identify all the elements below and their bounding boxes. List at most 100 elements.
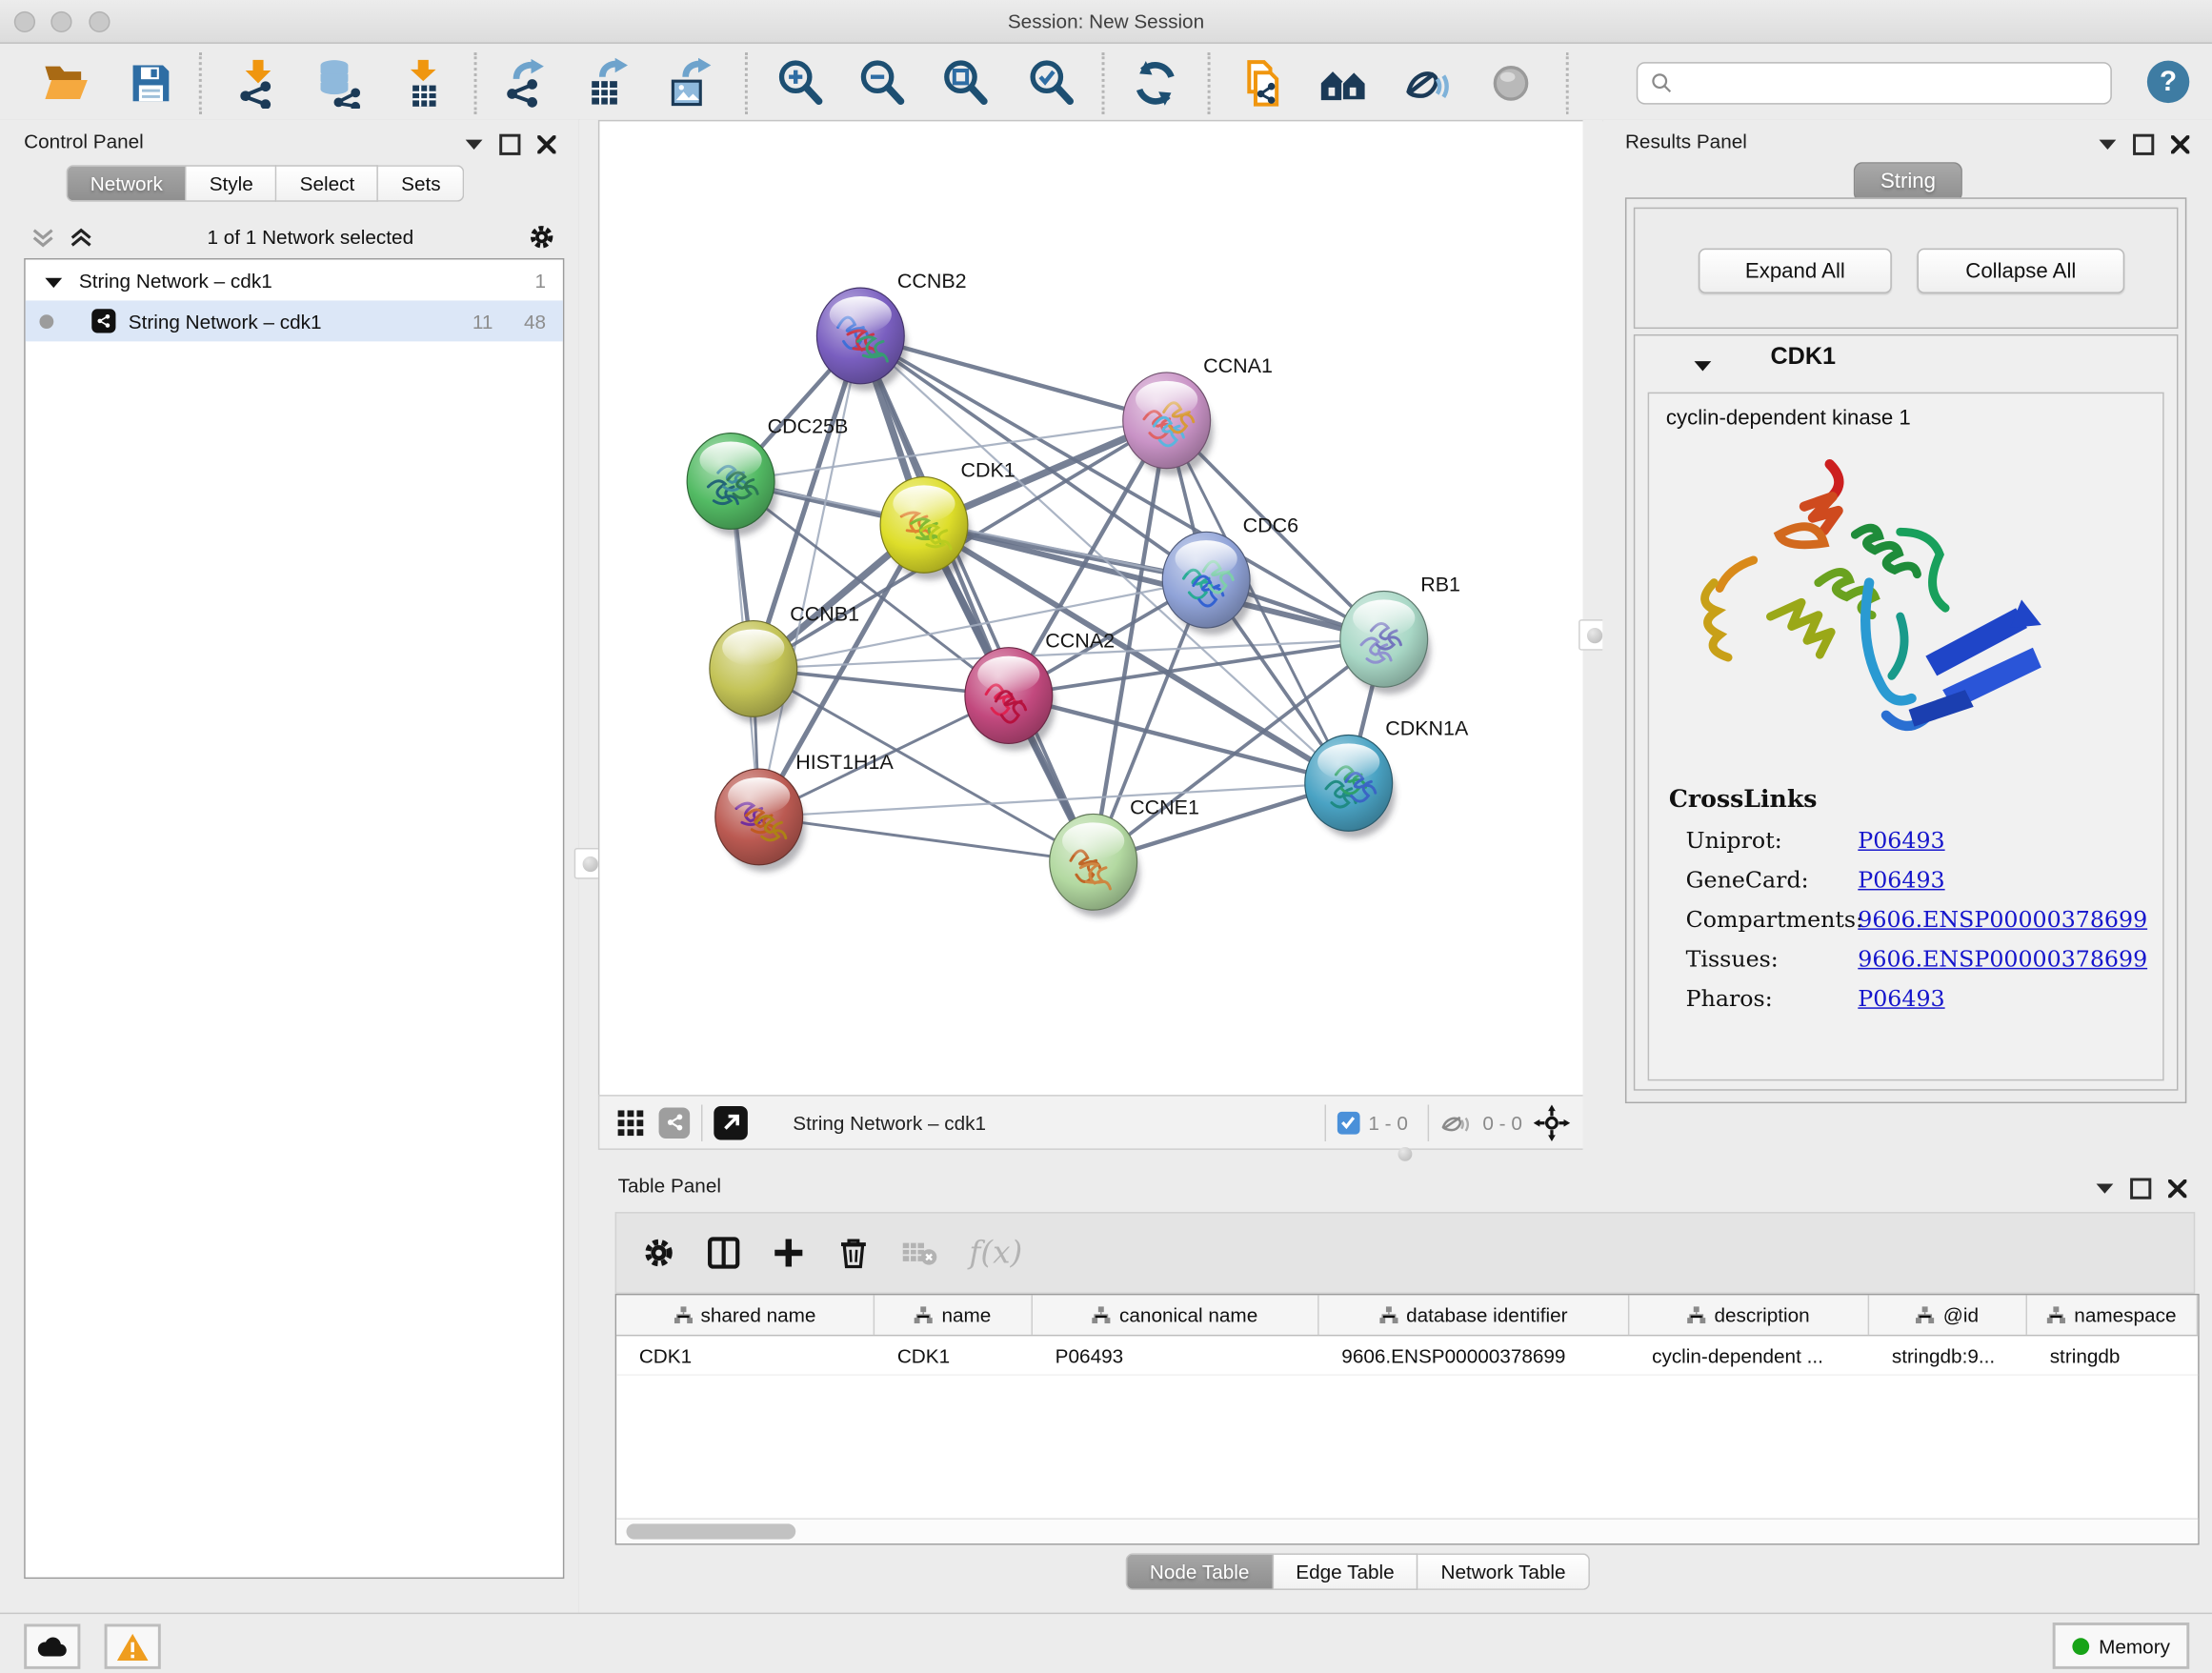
expand-all-tree-icon[interactable] <box>31 227 55 248</box>
zoom-fit-button[interactable] <box>938 56 992 110</box>
search-input[interactable] <box>1681 71 2110 95</box>
export-image-button[interactable] <box>663 56 716 110</box>
crosslink-label: Compartments: <box>1686 906 1859 933</box>
import-network-from-file-button[interactable] <box>231 56 285 110</box>
import-table-from-file-button[interactable] <box>396 56 450 110</box>
grid-view-icon[interactable] <box>616 1108 645 1137</box>
horizontal-scrollbar[interactable] <box>616 1518 2198 1543</box>
birdseye-icon[interactable] <box>1534 1104 1571 1141</box>
network-view-title: String Network – cdk1 <box>793 1111 986 1134</box>
refresh-view-button[interactable] <box>1129 56 1182 110</box>
collapse-caret-icon[interactable] <box>45 269 62 292</box>
delete-column-icon[interactable] <box>836 1236 871 1270</box>
column-header--id[interactable]: @id <box>1869 1295 2027 1334</box>
first-neighbors-button[interactable] <box>1317 56 1371 110</box>
zoom-in-button[interactable] <box>774 56 827 110</box>
table-cell[interactable]: CDK1 <box>875 1336 1033 1374</box>
memory-button[interactable]: Memory <box>2053 1623 2190 1669</box>
network-options-gear-icon[interactable] <box>528 223 556 252</box>
tab-select[interactable]: Select <box>277 165 379 202</box>
network-node-CCNB1[interactable]: CCNB1 <box>710 603 859 724</box>
table-cell[interactable]: P06493 <box>1033 1336 1319 1374</box>
warning-status-button[interactable] <box>105 1623 161 1668</box>
network-node-CDC25B[interactable]: CDC25B <box>687 415 848 536</box>
network-node-CDK1[interactable]: CDK1 <box>880 459 1016 580</box>
column-header-database-identifier[interactable]: database identifier <box>1319 1295 1630 1334</box>
column-header-shared-name[interactable]: shared name <box>616 1295 875 1334</box>
detach-view-icon[interactable] <box>714 1105 748 1139</box>
hide-selected-button[interactable] <box>1400 56 1454 110</box>
crosslink-link[interactable]: P06493 <box>1858 827 1944 854</box>
node-label: CDK1 <box>960 459 1015 482</box>
network-list-header: 1 of 1 Network selected <box>0 216 578 258</box>
search-field[interactable] <box>1637 62 2112 104</box>
crosslink-link[interactable]: 9606.ENSP00000378699 <box>1858 906 2147 933</box>
show-all-button[interactable] <box>1484 56 1538 110</box>
selected-checkbox-icon[interactable] <box>1337 1111 1360 1134</box>
tab-string[interactable]: String <box>1854 162 1962 201</box>
import-network-from-database-button[interactable] <box>312 56 365 110</box>
network-node-CCNA1[interactable]: CCNA1 <box>1123 354 1273 475</box>
panel-menu-icon[interactable] <box>466 140 483 150</box>
add-column-icon[interactable] <box>772 1236 806 1270</box>
table-cell[interactable]: stringdb <box>2027 1336 2198 1374</box>
float-panel-icon[interactable] <box>2130 1179 2151 1199</box>
column-header-description[interactable]: description <box>1629 1295 1869 1334</box>
float-panel-icon[interactable] <box>2133 134 2154 155</box>
help-button[interactable]: ? <box>2147 61 2189 103</box>
table-cell[interactable]: stringdb:9... <box>1869 1336 2027 1374</box>
tab-edge-table[interactable]: Edge Table <box>1274 1553 1418 1590</box>
cytoscape-window: Session: New Session <box>0 0 2212 1671</box>
table-cell[interactable]: CDK1 <box>616 1336 875 1374</box>
zoom-selected-button[interactable] <box>1024 56 1077 110</box>
left-splitter[interactable] <box>578 120 598 1613</box>
show-columns-icon[interactable] <box>707 1236 741 1270</box>
network-node-RB1[interactable]: RB1 <box>1340 573 1460 694</box>
network-canvas[interactable]: CCNB2CCNA1CDC25BCDK1CDC6RB1CCNB1CCNA2CDK… <box>598 120 1586 1097</box>
column-header-canonical-name[interactable]: canonical name <box>1033 1295 1319 1334</box>
table-row[interactable]: CDK1CDK1P064939606.ENSP00000378699cyclin… <box>616 1336 2198 1375</box>
tab-network-table[interactable]: Network Table <box>1418 1553 1590 1590</box>
tab-network[interactable]: Network <box>67 165 187 202</box>
zoom-out-button[interactable] <box>855 56 908 110</box>
network-row[interactable]: String Network – cdk1 11 48 <box>26 300 563 341</box>
crosslink-link[interactable]: P06493 <box>1858 985 1944 1012</box>
panel-menu-icon[interactable] <box>2097 1183 2114 1193</box>
crosslink-link[interactable]: 9606.ENSP00000378699 <box>1858 945 2147 972</box>
collapse-all-tree-icon[interactable] <box>70 227 93 248</box>
cloud-status-button[interactable] <box>24 1623 80 1668</box>
close-panel-icon[interactable] <box>2171 135 2189 153</box>
tab-sets[interactable]: Sets <box>378 165 464 202</box>
network-node-CCNB2[interactable]: CCNB2 <box>816 270 966 391</box>
section-collapse-caret-icon[interactable] <box>1695 353 1712 378</box>
tab-style[interactable]: Style <box>187 165 277 202</box>
collapse-all-button[interactable]: Collapse All <box>1917 249 2124 293</box>
network-node-CDC6[interactable]: CDC6 <box>1162 514 1298 635</box>
scrollbar-thumb[interactable] <box>627 1523 796 1539</box>
export-network-button[interactable] <box>498 56 552 110</box>
horizontal-splitter-handle[interactable] <box>1391 1144 1419 1164</box>
node-label: CDC25B <box>768 415 849 438</box>
column-header-namespace[interactable]: namespace <box>2027 1295 2198 1334</box>
network-view-share-icon[interactable] <box>659 1107 691 1139</box>
float-panel-icon[interactable] <box>499 134 520 155</box>
new-network-from-selection-button[interactable] <box>1233 56 1286 110</box>
toolbar-separator <box>199 52 202 114</box>
panel-menu-icon[interactable] <box>2100 140 2117 150</box>
network-node-CDKN1A[interactable]: CDKN1A <box>1305 717 1469 838</box>
column-header-name[interactable]: name <box>875 1295 1033 1334</box>
save-session-button[interactable] <box>124 56 177 110</box>
window-title: Session: New Session <box>0 0 2212 42</box>
table-cell[interactable]: 9606.ENSP00000378699 <box>1319 1336 1630 1374</box>
table-cell[interactable]: cyclin-dependent ... <box>1629 1336 1869 1374</box>
table-settings-gear-icon[interactable] <box>642 1236 676 1270</box>
expand-collapse-box: Expand All Collapse All <box>1634 208 2179 329</box>
export-table-button[interactable] <box>580 56 633 110</box>
expand-all-button[interactable]: Expand All <box>1699 249 1892 293</box>
open-session-button[interactable] <box>39 56 92 110</box>
close-panel-icon[interactable] <box>537 135 555 153</box>
network-collection-row[interactable]: String Network – cdk1 1 <box>26 259 563 300</box>
crosslink-link[interactable]: P06493 <box>1858 866 1944 893</box>
close-panel-icon[interactable] <box>2168 1179 2186 1198</box>
tab-node-table[interactable]: Node Table <box>1126 1553 1274 1590</box>
